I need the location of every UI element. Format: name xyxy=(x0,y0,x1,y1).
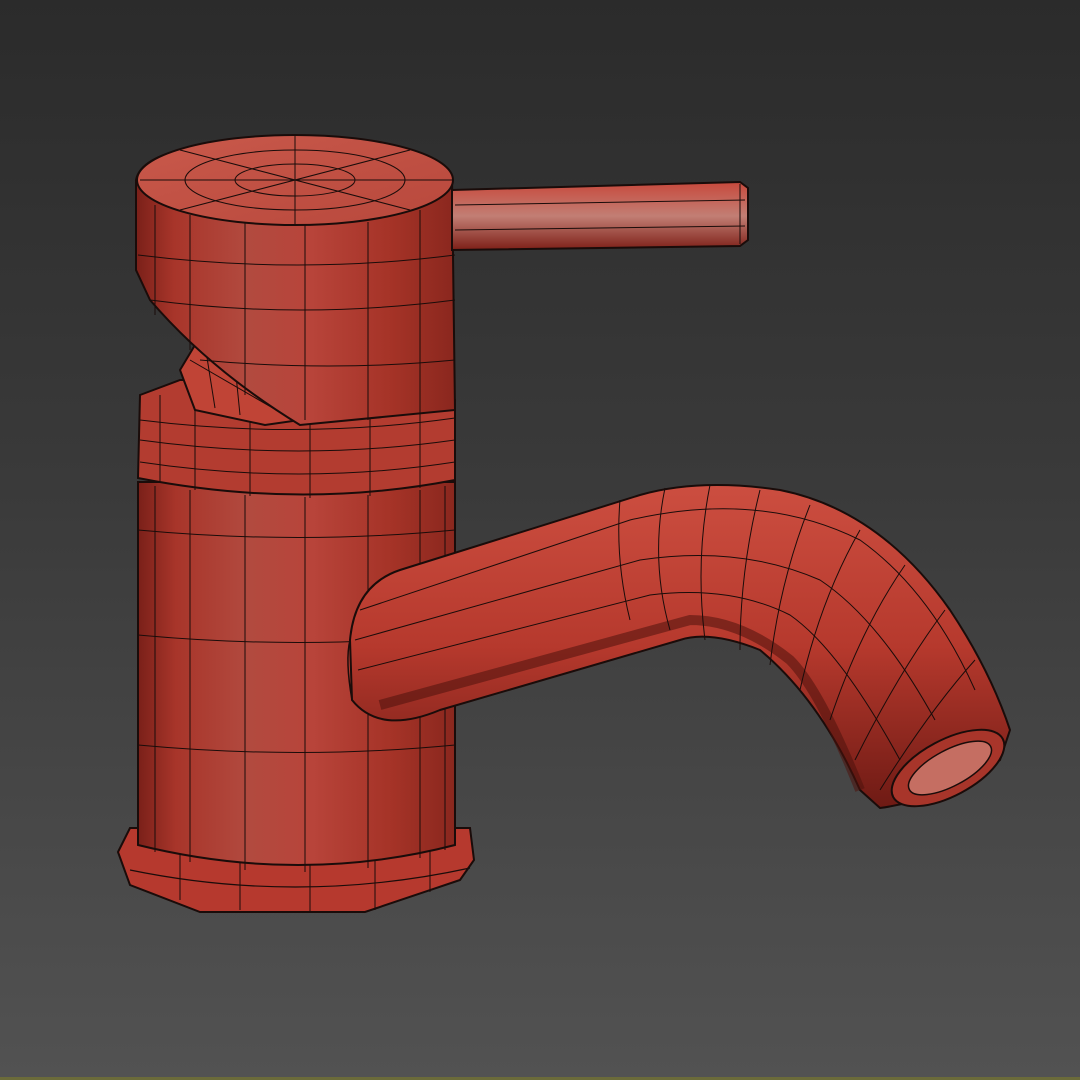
faucet-lever xyxy=(451,180,749,252)
3d-viewport[interactable] xyxy=(0,0,1080,1080)
faucet-model xyxy=(116,134,1012,913)
